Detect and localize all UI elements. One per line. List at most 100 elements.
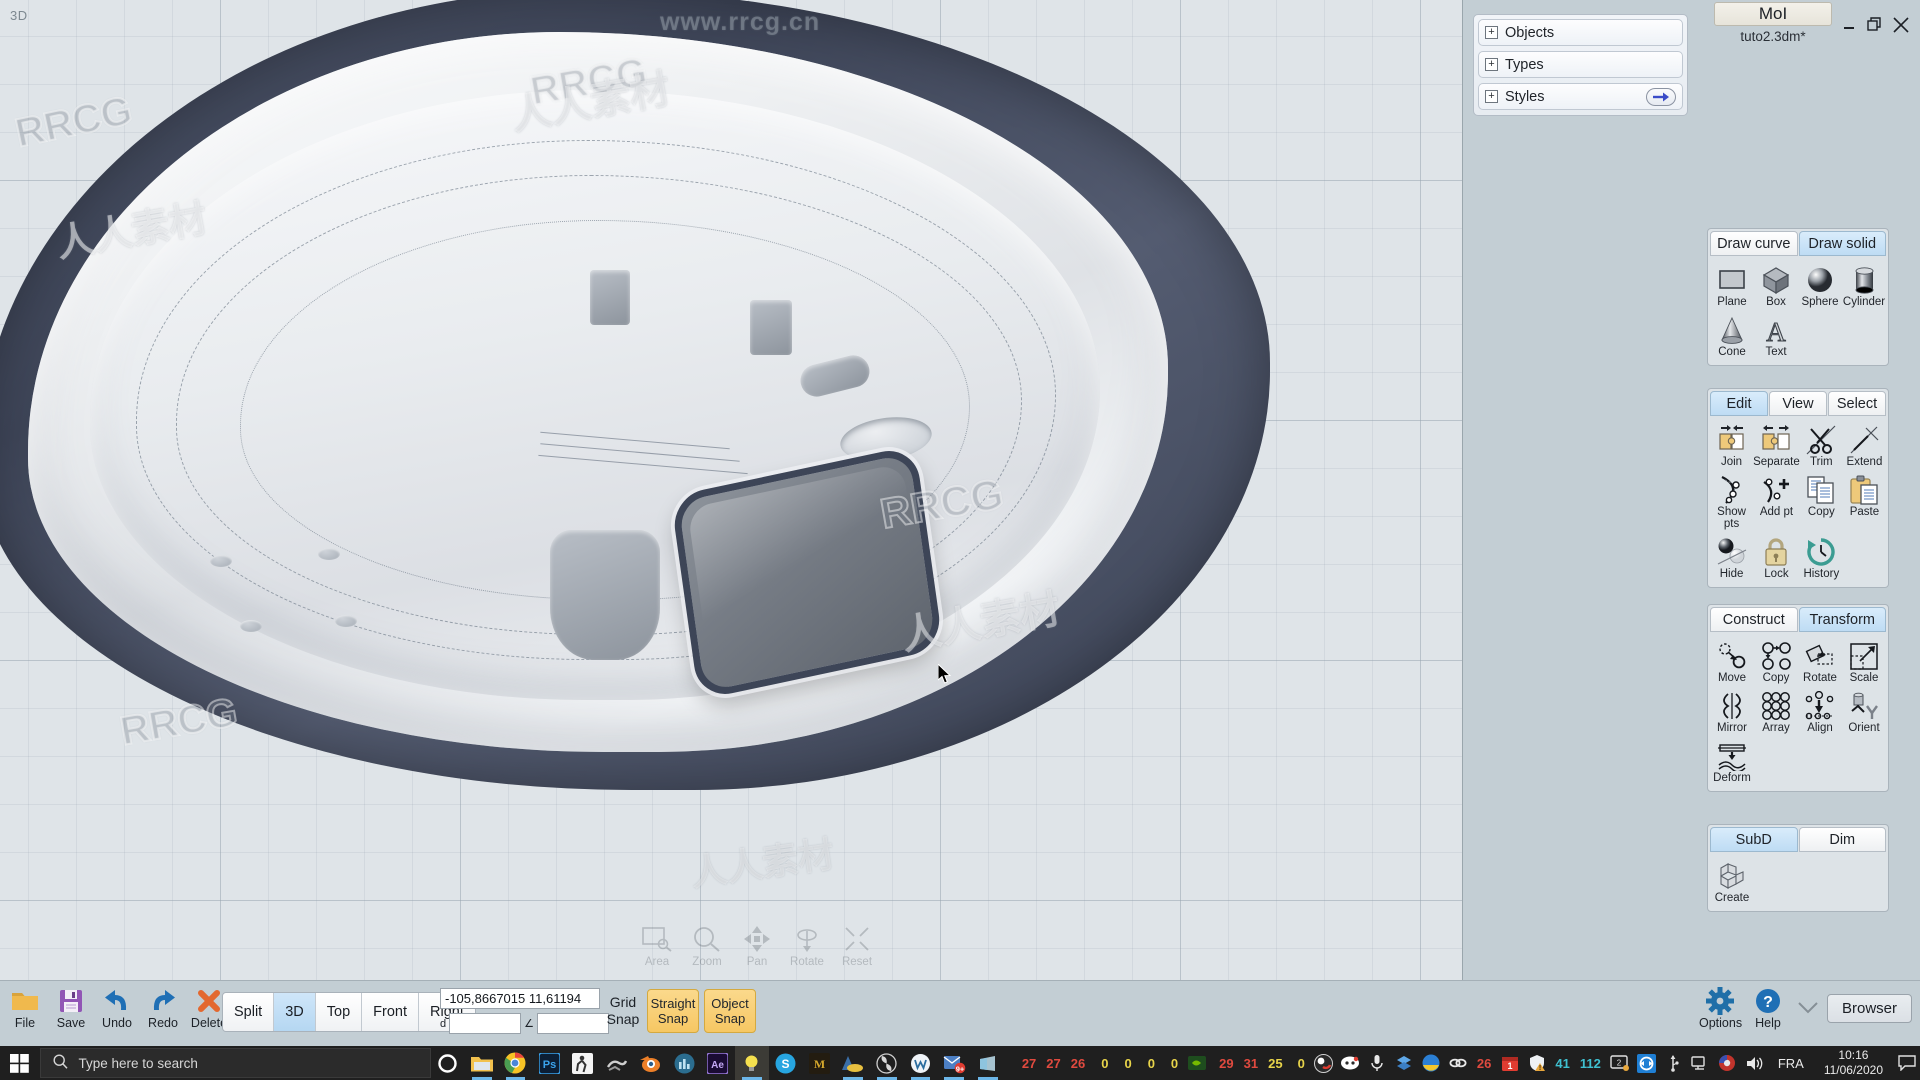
- browser-row-objects[interactable]: + Objects: [1478, 19, 1683, 46]
- tool-extend[interactable]: Extend: [1843, 421, 1886, 471]
- search-input[interactable]: Type here to search: [40, 1048, 432, 1078]
- expand-icon[interactable]: +: [1485, 26, 1498, 39]
- tool-sphere[interactable]: Sphere: [1798, 261, 1842, 311]
- restore-button[interactable]: [1862, 12, 1888, 38]
- tool-copy-objects[interactable]: Copy: [1754, 637, 1798, 687]
- palette-draw-tabs[interactable]: Draw curve Draw solid: [1710, 231, 1886, 256]
- palette-subd-tabs[interactable]: SubD Dim: [1710, 827, 1886, 852]
- file-explorer-icon[interactable]: [465, 1046, 499, 1080]
- tool-history[interactable]: History: [1800, 533, 1843, 583]
- browser-button[interactable]: Browser: [1827, 994, 1912, 1023]
- tool-copy[interactable]: Copy: [1800, 471, 1843, 533]
- tool-scale[interactable]: Scale: [1842, 637, 1886, 687]
- close-button[interactable]: [1888, 12, 1914, 38]
- tool-show-pts[interactable]: Show pts: [1710, 471, 1753, 533]
- ukraine-icon[interactable]: [1418, 1046, 1445, 1080]
- fusion-icon[interactable]: [667, 1046, 701, 1080]
- tab-draw-curve[interactable]: Draw curve: [1710, 231, 1798, 256]
- browser-row-types[interactable]: + Types: [1478, 51, 1683, 78]
- chevron-down-icon[interactable]: [1795, 1001, 1821, 1015]
- photoshop-icon[interactable]: Ps: [532, 1046, 566, 1080]
- store-icon[interactable]: [971, 1046, 1005, 1080]
- link-icon[interactable]: [1445, 1046, 1472, 1080]
- microphone-icon[interactable]: [1364, 1046, 1391, 1080]
- dropbox-icon[interactable]: [1391, 1046, 1418, 1080]
- file-button[interactable]: File: [4, 986, 46, 1030]
- fan-icon[interactable]: [870, 1046, 904, 1080]
- redo-button[interactable]: Redo: [142, 986, 184, 1030]
- tool-plane[interactable]: Plane: [1710, 261, 1754, 311]
- straight-snap-button[interactable]: StraightSnap: [647, 989, 699, 1033]
- tool-cylinder[interactable]: Cylinder: [1842, 261, 1886, 311]
- options-button[interactable]: Options: [1699, 986, 1741, 1030]
- viewport-nav-zoom[interactable]: Zoom: [686, 922, 728, 968]
- scene-browser-panel[interactable]: + Objects + Types + Styles: [1473, 14, 1688, 116]
- view-mode-selector[interactable]: Split 3D Top Front Right: [222, 992, 476, 1032]
- nvidia-icon[interactable]: [1183, 1046, 1210, 1080]
- tool-box[interactable]: Box: [1754, 261, 1798, 311]
- screen-share-icon[interactable]: 2: [1606, 1046, 1633, 1080]
- tool-subd-create[interactable]: Create: [1710, 857, 1754, 907]
- tab-dim[interactable]: Dim: [1799, 827, 1887, 852]
- minimize-button[interactable]: [1836, 12, 1862, 38]
- save-button[interactable]: Save: [50, 986, 92, 1030]
- clock[interactable]: 10:16 11/06/2020: [1814, 1048, 1893, 1078]
- tool-align[interactable]: Align: [1798, 687, 1842, 737]
- tool-separate[interactable]: Separate: [1753, 421, 1800, 471]
- tool-text[interactable]: A Text: [1754, 311, 1798, 361]
- usb-icon[interactable]: [1660, 1046, 1687, 1080]
- affinity-icon[interactable]: [836, 1046, 870, 1080]
- expand-icon[interactable]: +: [1485, 90, 1498, 103]
- tab-edit[interactable]: Edit: [1710, 391, 1768, 416]
- right-arrow-icon[interactable]: [1646, 88, 1676, 106]
- view-3d[interactable]: 3D: [274, 993, 316, 1031]
- grid-snap-button[interactable]: GridSnap: [604, 994, 642, 1028]
- shield-warning-icon[interactable]: !: [1523, 1046, 1550, 1080]
- tool-join[interactable]: Join: [1710, 421, 1753, 471]
- tab-transform[interactable]: Transform: [1799, 607, 1887, 632]
- help-button[interactable]: ? Help: [1747, 986, 1789, 1030]
- keyshot-icon[interactable]: [566, 1046, 600, 1080]
- cortana-circle-icon[interactable]: [431, 1046, 465, 1080]
- tool-cone[interactable]: Cone: [1710, 311, 1754, 361]
- tab-view[interactable]: View: [1769, 391, 1827, 416]
- view-front[interactable]: Front: [362, 993, 419, 1031]
- tool-array[interactable]: Array: [1754, 687, 1798, 737]
- 3d-viewport[interactable]: 3D www.rrcg.cn RRCG 人人素材 RRCG 人人素材 RRCG …: [0, 0, 1463, 980]
- tool-orient[interactable]: Orient: [1842, 687, 1886, 737]
- viewport-nav-rotate[interactable]: Rotate: [786, 922, 828, 968]
- skype-icon[interactable]: S: [769, 1046, 803, 1080]
- tab-construct[interactable]: Construct: [1710, 607, 1798, 632]
- calendar-icon[interactable]: 1: [1496, 1046, 1523, 1080]
- tool-add-pt[interactable]: Add pt: [1753, 471, 1800, 533]
- language-indicator[interactable]: FRA: [1768, 1056, 1814, 1071]
- tool-deform[interactable]: Deform: [1710, 737, 1754, 787]
- obs-icon[interactable]: [1310, 1046, 1337, 1080]
- tool-lock[interactable]: Lock: [1753, 533, 1800, 583]
- viewport-nav-pan[interactable]: Pan: [736, 922, 778, 968]
- palette-edit-tabs[interactable]: Edit View Select: [1710, 391, 1886, 416]
- view-top[interactable]: Top: [316, 993, 362, 1031]
- view-split[interactable]: Split: [223, 993, 274, 1031]
- tool-hide[interactable]: Hide: [1710, 533, 1753, 583]
- viewport-nav-area[interactable]: Area: [636, 922, 678, 968]
- after-effects-icon[interactable]: Ae: [701, 1046, 735, 1080]
- volume-icon[interactable]: [1741, 1046, 1768, 1080]
- notification-bubble-icon[interactable]: [1893, 1046, 1920, 1080]
- discord-icon[interactable]: [1337, 1046, 1364, 1080]
- expand-icon[interactable]: +: [1485, 58, 1498, 71]
- object-snap-button[interactable]: ObjectSnap: [704, 989, 756, 1033]
- tab-subd[interactable]: SubD: [1710, 827, 1798, 852]
- mail-badge-icon[interactable]: 9+: [937, 1046, 971, 1080]
- lightbulb-icon[interactable]: [735, 1046, 769, 1080]
- zbrush-icon[interactable]: [600, 1046, 634, 1080]
- audio-disc-icon[interactable]: [1714, 1046, 1741, 1080]
- wacom-icon[interactable]: [904, 1046, 938, 1080]
- teamviewer-icon[interactable]: [1633, 1046, 1660, 1080]
- undo-button[interactable]: Undo: [96, 986, 138, 1030]
- angle-input[interactable]: [537, 1013, 609, 1034]
- google-chrome-icon[interactable]: [499, 1046, 533, 1080]
- network-icon[interactable]: [1687, 1046, 1714, 1080]
- tab-select[interactable]: Select: [1828, 391, 1886, 416]
- blender-icon[interactable]: [634, 1046, 668, 1080]
